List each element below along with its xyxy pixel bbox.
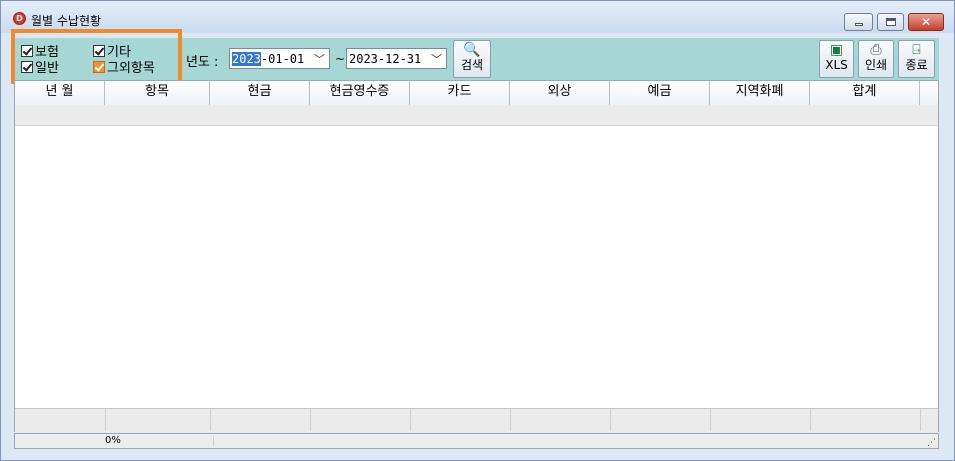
minimize-icon xyxy=(855,23,863,26)
app-icon: D xyxy=(13,12,26,25)
excel-icon: ▣ xyxy=(829,42,844,58)
column-header-item[interactable]: 항목 xyxy=(105,81,210,105)
xls-label: XLS xyxy=(825,58,848,72)
table-row[interactable] xyxy=(15,105,938,126)
maximize-button[interactable] xyxy=(877,13,904,31)
grid-header: 년 월 항목 현금 현금영수증 카드 외상 예금 지역화폐 합계 xyxy=(15,81,938,106)
minimize-button[interactable] xyxy=(844,13,873,31)
close-icon: ✕ xyxy=(920,15,932,29)
maximize-icon xyxy=(886,18,896,26)
chevron-down-icon[interactable]: ﹀ xyxy=(431,51,442,67)
year-label: 년도 : xyxy=(186,55,219,70)
close-button[interactable]: ✕ xyxy=(908,13,944,31)
search-button[interactable]: 🔍 검색 xyxy=(453,40,491,78)
exit-button[interactable]: ⍈ 종료 xyxy=(898,40,935,78)
grid-footer-row xyxy=(15,408,938,432)
divider xyxy=(610,409,611,431)
column-header-local-currency[interactable]: 지역화폐 xyxy=(710,81,810,105)
divider xyxy=(310,409,311,431)
status-bar: 0% ⋰ xyxy=(14,433,939,449)
resize-grip-icon[interactable]: ⋰ xyxy=(927,438,936,448)
data-grid[interactable]: 년 월 항목 현금 현금영수증 카드 외상 예금 지역화폐 합계 xyxy=(14,80,939,432)
highlight-box xyxy=(11,29,182,84)
print-button[interactable]: ⎙ 인쇄 xyxy=(858,40,894,78)
date-separator: ~ xyxy=(335,52,346,66)
column-header-cash-receipt[interactable]: 현금영수증 xyxy=(310,81,410,105)
divider xyxy=(710,409,711,431)
chevron-down-icon[interactable]: ﹀ xyxy=(314,51,325,67)
date-from-field[interactable]: 2023-01-01 ﹀ xyxy=(229,48,330,69)
xls-button[interactable]: ▣ XLS xyxy=(819,40,854,78)
date-to-field[interactable]: 2023-12-31 ﹀ xyxy=(346,48,447,69)
divider xyxy=(920,409,921,431)
column-header-deposit[interactable]: 예금 xyxy=(610,81,710,105)
divider xyxy=(410,409,411,431)
column-header-credit[interactable]: 외상 xyxy=(510,81,610,105)
divider xyxy=(105,409,106,431)
print-label: 인쇄 xyxy=(864,58,888,72)
divider xyxy=(210,409,211,431)
exit-door-icon: ⍈ xyxy=(912,42,921,58)
divider xyxy=(213,436,214,446)
column-header-card[interactable]: 카드 xyxy=(410,81,510,105)
date-from-value: 2023-01-01 xyxy=(232,52,305,66)
exit-label: 종료 xyxy=(905,58,928,72)
progress-text: 0% xyxy=(105,435,121,446)
column-header-total[interactable]: 합계 xyxy=(810,81,920,105)
window-title: 월별 수납현황 xyxy=(31,14,102,28)
search-label: 검색 xyxy=(460,58,484,72)
divider xyxy=(510,409,511,431)
column-header-cash[interactable]: 현금 xyxy=(210,81,310,105)
printer-icon: ⎙ xyxy=(870,42,882,58)
column-header-month[interactable]: 년 월 xyxy=(15,81,105,105)
divider xyxy=(810,409,811,431)
search-icon: 🔍 xyxy=(463,42,481,58)
date-to-value: 2023-12-31 xyxy=(349,52,422,66)
